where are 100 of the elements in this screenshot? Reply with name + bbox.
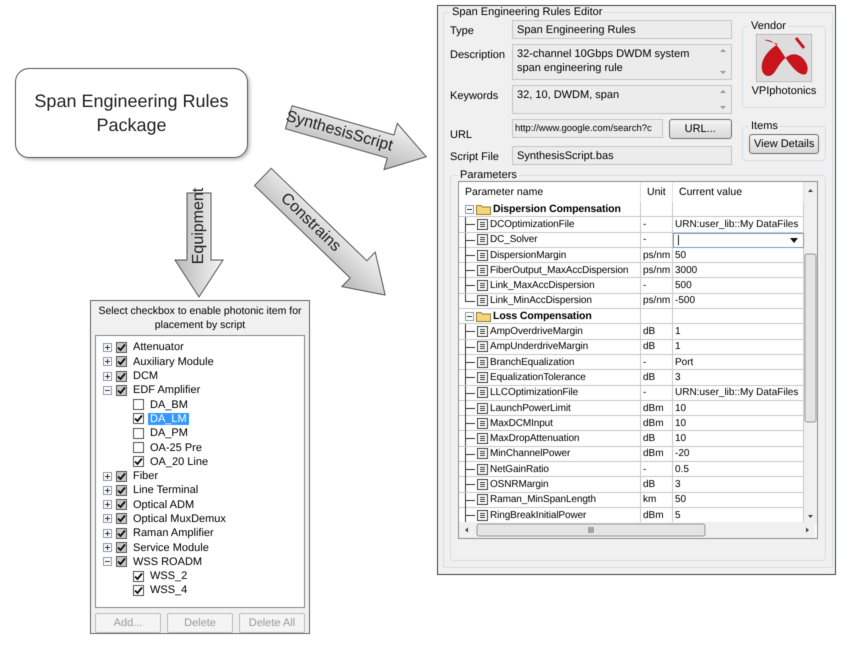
tree-item[interactable]: Optical MuxDemux xyxy=(131,512,228,525)
column-header[interactable]: Unit xyxy=(641,182,673,202)
checkbox[interactable] xyxy=(133,456,144,468)
tree-branch-line xyxy=(465,217,475,232)
checkbox[interactable] xyxy=(116,342,127,353)
checkbox[interactable] xyxy=(133,442,144,453)
unit-cell: - xyxy=(641,386,673,401)
collapse-icon[interactable] xyxy=(103,557,112,566)
parameter-icon xyxy=(477,510,488,521)
value-cell[interactable]: 0.5 xyxy=(673,462,804,478)
scroll-arrows-icon xyxy=(719,88,727,112)
vertical-scrollbar[interactable] xyxy=(804,182,817,524)
checkbox[interactable] xyxy=(133,399,144,410)
column-header[interactable]: Parameter name xyxy=(459,182,641,202)
parameter-name: AmpUnderdriveMargin xyxy=(490,341,588,352)
value-cell[interactable]: URN:user_lib::My DataFiles xyxy=(673,386,804,401)
checkbox[interactable] xyxy=(116,384,127,396)
tree-item[interactable]: Service Module xyxy=(131,542,211,554)
tree-item[interactable]: Raman Amplifier xyxy=(131,527,216,540)
url-button[interactable]: URL... xyxy=(668,119,732,139)
parameter-icon xyxy=(477,218,488,230)
tree-branch-line xyxy=(465,324,475,340)
text-field[interactable]: Span Engineering Rules xyxy=(512,20,732,39)
tree-item[interactable]: Optical ADM xyxy=(131,498,196,511)
parameter-name: LLCOptimizationFile xyxy=(490,387,578,398)
parameter-name: DC_Solver xyxy=(490,234,538,246)
tree-item[interactable]: DA_PM xyxy=(148,427,190,440)
parameter-name: Raman_MinSpanLength xyxy=(490,494,596,506)
horizontal-scrollbar[interactable] xyxy=(459,522,815,538)
parameter-icon xyxy=(477,356,488,368)
tree-item[interactable]: WSS_4 xyxy=(148,584,190,596)
tree-item[interactable]: OA-25 Pre xyxy=(148,442,204,454)
value-cell[interactable]: 1 xyxy=(673,340,804,355)
value-cell[interactable]: 10 xyxy=(673,416,804,432)
checkbox[interactable] xyxy=(116,542,127,554)
tree-item[interactable]: WSS_2 xyxy=(148,570,190,582)
value-dropdown[interactable]: | xyxy=(673,232,804,248)
tree-branch-line xyxy=(465,370,475,386)
parameter-icon xyxy=(477,387,488,398)
tree-item[interactable]: Auxiliary Module xyxy=(131,356,216,368)
checkbox[interactable] xyxy=(116,556,127,568)
tree-item[interactable]: OA_20 Line xyxy=(148,456,210,468)
vendor-name: VPIphotonics xyxy=(752,85,816,97)
view-details-button[interactable]: View Details xyxy=(749,134,820,154)
parameter-icon xyxy=(477,234,488,246)
checkbox[interactable] xyxy=(116,470,127,482)
checkbox[interactable] xyxy=(116,370,127,382)
checkbox[interactable] xyxy=(133,570,144,582)
expand-icon[interactable] xyxy=(103,372,112,381)
package-node: Span Engineering Rules Package xyxy=(15,68,248,158)
unit-cell: - xyxy=(641,217,673,233)
expand-icon[interactable] xyxy=(103,486,112,495)
checkbox[interactable] xyxy=(116,499,127,510)
parameter-name: MaxDropAttenuation xyxy=(490,433,580,444)
unit-cell: dB xyxy=(641,370,673,386)
expand-icon[interactable] xyxy=(103,528,112,538)
parameter-name: BranchEqualization xyxy=(490,356,574,368)
value-cell[interactable]: 50 xyxy=(673,492,804,508)
checkbox[interactable] xyxy=(116,356,127,368)
collapse-icon[interactable] xyxy=(465,312,474,321)
tree-branch-line xyxy=(465,492,475,508)
parameter-icon xyxy=(477,478,488,490)
checkbox[interactable] xyxy=(133,413,144,424)
tree-item[interactable]: Fiber xyxy=(131,470,160,482)
url-field[interactable]: http://www.google.com/search?c xyxy=(512,119,663,138)
parameter-icon xyxy=(477,280,488,292)
collapse-icon[interactable] xyxy=(103,386,112,395)
text-area[interactable]: 32-channel 10Gbps DWDM system span engineering rule xyxy=(512,44,732,80)
tree-item[interactable]: Attenuator xyxy=(131,341,186,354)
checkbox[interactable] xyxy=(116,528,127,539)
expand-icon[interactable] xyxy=(103,543,112,552)
tree-item[interactable]: DA_BM xyxy=(148,398,190,411)
field-label: URL xyxy=(450,128,474,141)
tree-item[interactable]: EDF Amplifier xyxy=(131,384,202,396)
tree-item[interactable]: WSS ROADM xyxy=(131,556,204,568)
checkbox[interactable] xyxy=(133,584,144,596)
parameter-icon xyxy=(477,326,488,338)
checkbox[interactable] xyxy=(133,428,144,439)
parameter-name: EqualizationTolerance xyxy=(490,372,586,383)
text-field[interactable]: SynthesisScript.bas xyxy=(512,146,732,165)
parameter-name: MaxDCMInput xyxy=(490,418,553,429)
text-area[interactable]: 32, 10, DWDM, span xyxy=(512,85,732,114)
unit-cell: dBm xyxy=(641,400,673,416)
unit-cell: ps/nm xyxy=(641,294,673,310)
expand-icon[interactable] xyxy=(103,514,112,524)
unit-cell: - xyxy=(641,278,673,294)
expand-icon[interactable] xyxy=(103,357,112,366)
collapse-icon[interactable] xyxy=(465,204,474,214)
caret-icon xyxy=(790,238,798,243)
group-name: Dispersion Compensation xyxy=(493,203,621,216)
checkbox[interactable] xyxy=(116,513,127,524)
parameter-icon xyxy=(477,250,488,261)
parameter-icon xyxy=(477,372,488,383)
expand-icon[interactable] xyxy=(103,500,112,510)
checkbox[interactable] xyxy=(116,484,127,496)
tree-item[interactable]: DCM xyxy=(131,370,160,382)
value-cell[interactable]: 3000 xyxy=(673,263,804,278)
tree-item[interactable]: Line Terminal xyxy=(131,484,200,496)
expand-icon[interactable] xyxy=(103,472,112,481)
expand-icon[interactable] xyxy=(103,342,112,352)
